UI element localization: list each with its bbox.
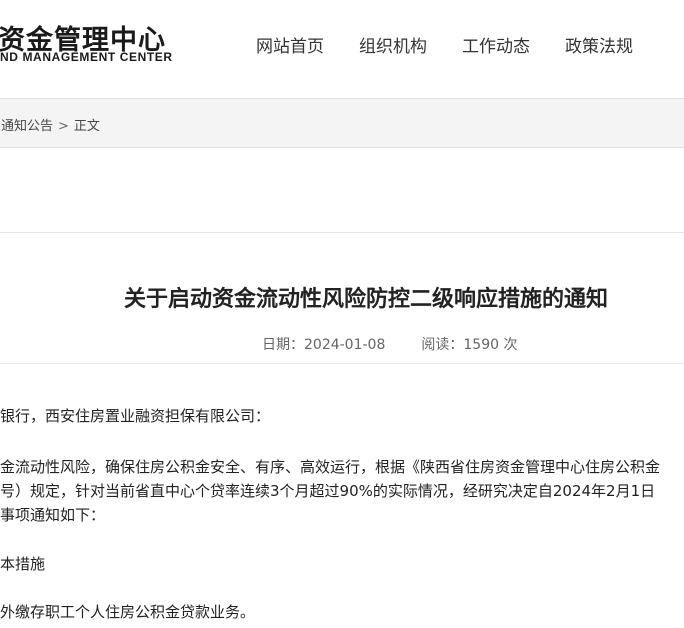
nav-item-home[interactable]: 网站首页 <box>256 32 324 57</box>
divider <box>0 363 684 364</box>
paragraph: 外缴存职工个人住房公积金贷款业务。 <box>0 603 256 621</box>
divider <box>0 232 684 233</box>
paragraph: 号）规定，针对当前省直中心个贷率连续3个月超过90%的实际情况，经研究决定自20… <box>0 482 656 500</box>
breadcrumb-link-notices[interactable]: 通知公告 <box>1 119 53 134</box>
nav-item-organization[interactable]: 组织机构 <box>359 32 427 57</box>
site-logo-english[interactable]: ND MANAGEMENT CENTER <box>0 50 173 64</box>
nav-item-policies[interactable]: 政策法规 <box>565 32 633 57</box>
breadcrumb-current: 正文 <box>73 119 100 134</box>
nav-item-news[interactable]: 工作动态 <box>462 32 530 57</box>
article-views: 阅读：1590 次 <box>421 337 518 353</box>
breadcrumb: 通知公告 > 正文 <box>1 115 100 134</box>
breadcrumb-bar: 通知公告 > 正文 <box>0 98 684 148</box>
paragraph: 银行，西安住房置业融资担保有限公司： <box>0 407 271 425</box>
article-title: 关于启动资金流动性风险防控二级响应措施的通知 <box>124 287 609 312</box>
page: 资金管理中心 ND MANAGEMENT CENTER 网站首页 组织机构 工作… <box>0 0 684 628</box>
main-nav: 网站首页 组织机构 工作动态 政策法规 <box>256 32 633 57</box>
paragraph: 事项通知如下： <box>0 506 106 524</box>
site-header: 资金管理中心 ND MANAGEMENT CENTER 网站首页 组织机构 工作… <box>0 0 684 98</box>
article-meta: 日期：2024-01-08 阅读：1590 次 <box>262 334 517 354</box>
breadcrumb-separator: > <box>58 119 69 134</box>
article-date: 日期：2024-01-08 <box>262 337 386 353</box>
paragraph: 本措施 <box>0 555 46 573</box>
paragraph: 金流动性风险，确保住房公积金安全、有序、高效运行，根据《陕西省住房资金管理中心住… <box>0 458 661 476</box>
